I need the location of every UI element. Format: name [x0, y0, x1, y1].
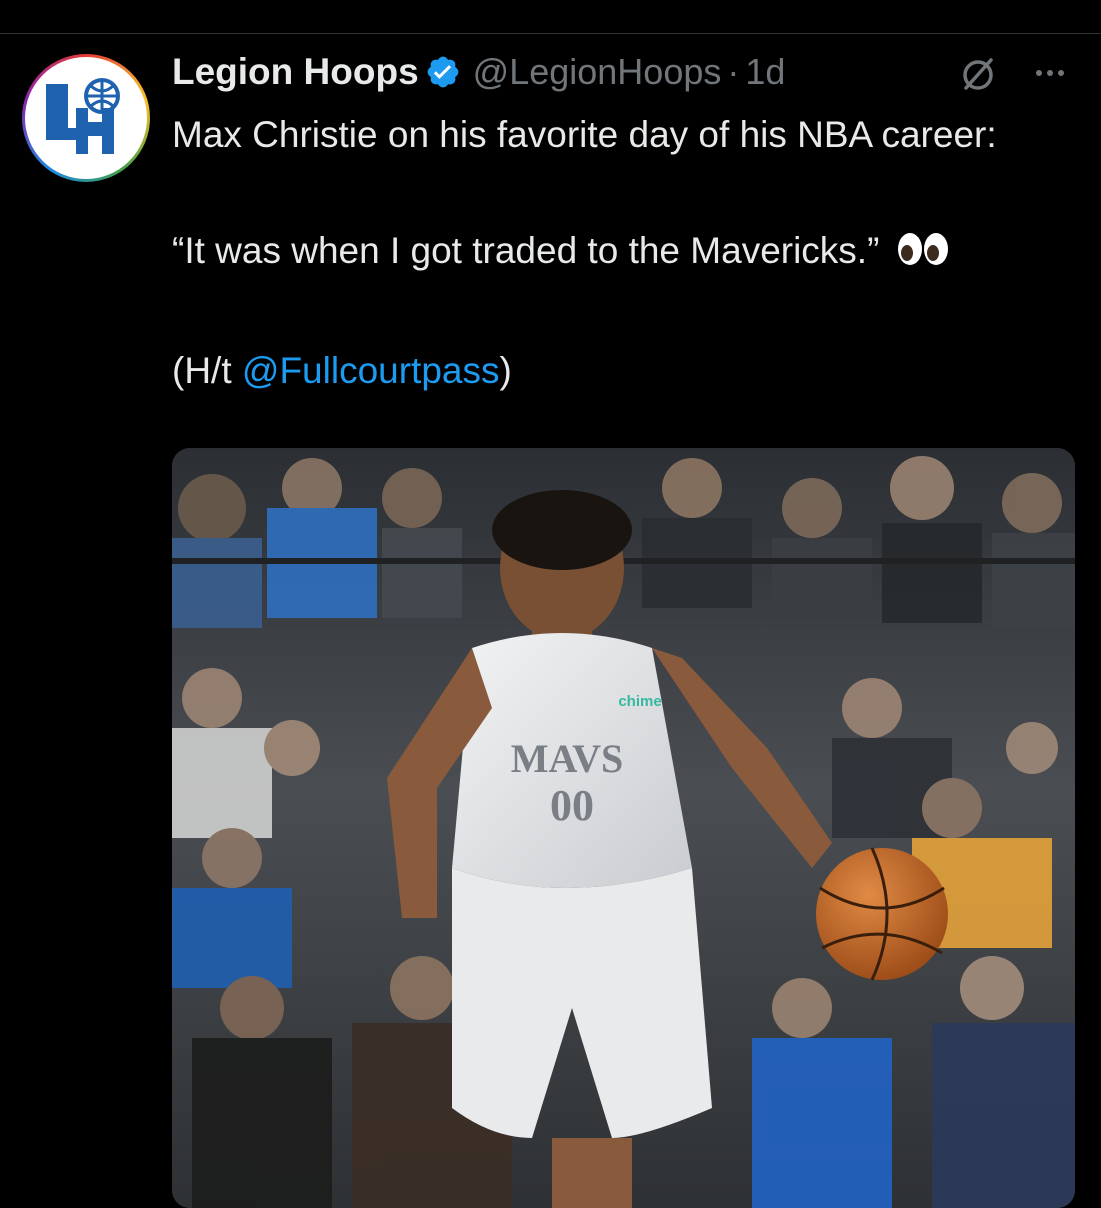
- eyes-emoji-icon: [896, 226, 950, 284]
- author-handle[interactable]: @LegionHoops: [473, 51, 722, 93]
- author-display-name[interactable]: Legion Hoops: [172, 51, 419, 93]
- basketball-icon: [816, 847, 948, 981]
- legion-hoops-logo-icon: [25, 57, 147, 179]
- tweet-header: Legion Hoops @LegionHoops · 1d: [172, 46, 785, 98]
- jersey-wordmark: MAVS: [511, 736, 624, 781]
- more-options-icon[interactable]: [1028, 56, 1072, 90]
- credit-prefix: (H/t: [172, 350, 242, 391]
- verified-badge-icon[interactable]: [425, 54, 461, 90]
- separator-dot: ·: [727, 51, 740, 92]
- top-divider: [0, 33, 1101, 34]
- credit-suffix: ): [499, 350, 512, 391]
- jersey-number: 00: [550, 781, 594, 830]
- jersey-sponsor: chime: [618, 693, 661, 710]
- dot-icon: [1047, 70, 1053, 76]
- tweet-timestamp[interactable]: 1d: [745, 51, 785, 93]
- grok-icon[interactable]: [958, 54, 998, 94]
- author-avatar[interactable]: [22, 54, 150, 182]
- tweet-line-credit: (H/t @Fullcourtpass): [172, 342, 1052, 400]
- tweet-line-intro: Max Christie on his favorite day of his …: [172, 114, 997, 155]
- quote-text: “It was when I got traded to the Maveric…: [172, 230, 880, 271]
- tweet-photo[interactable]: MAVS 00 chime: [172, 448, 1075, 1208]
- dot-icon: [1036, 70, 1042, 76]
- tweet-line-quote: “It was when I got traded to the Maveric…: [172, 222, 1052, 284]
- mention-link[interactable]: @Fullcourtpass: [242, 350, 500, 391]
- dot-icon: [1058, 70, 1064, 76]
- tweet-text: Max Christie on his favorite day of his …: [172, 106, 1052, 400]
